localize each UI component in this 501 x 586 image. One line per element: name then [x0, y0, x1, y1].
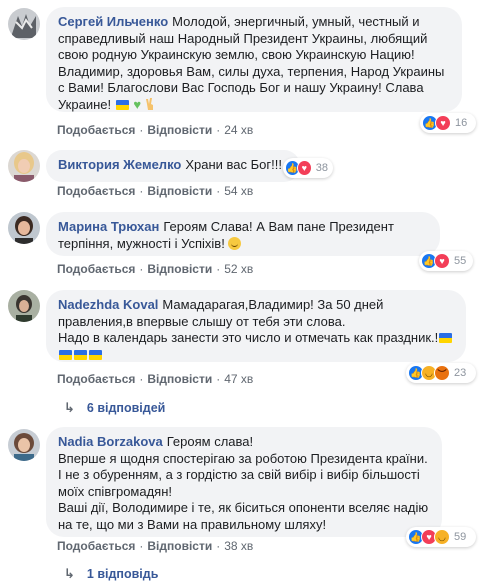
reactions-summary[interactable]: 👍 ◡ ︶ 23 [406, 363, 476, 383]
comment-bubble: Виктория Жемелко Храни вас Бог!!! [46, 150, 300, 182]
comment-author[interactable]: Сергей Ильченко [58, 14, 168, 29]
love-reaction-icon: ♥ [434, 253, 450, 269]
avatar[interactable] [8, 212, 40, 244]
love-reaction-icon: ♥ [435, 115, 451, 131]
comment-actions: Подобається · Відповісти · 24 хв [57, 123, 254, 137]
comment-timestamp[interactable]: 52 хв [224, 262, 253, 276]
angry-reaction-icon: ︶ [434, 365, 450, 381]
comment-timestamp[interactable]: 38 хв [224, 539, 253, 553]
reaction-count: 38 [315, 162, 328, 174]
reply-arrow-icon: ↳ [64, 400, 75, 415]
reply-arrow-icon: ↳ [64, 566, 75, 581]
ukraine-flag-icon [74, 349, 87, 360]
reply-link[interactable]: Відповісти [147, 262, 212, 276]
reactions-summary[interactable]: 👍 ♥ 38 [283, 158, 333, 178]
view-replies-link[interactable]: ↳ 1 відповідь [64, 566, 158, 582]
reaction-count: 59 [454, 531, 467, 543]
comment-author[interactable]: Виктория Жемелко [58, 157, 181, 172]
ukraine-flag-icon [439, 333, 453, 343]
reply-link[interactable]: Відповісти [147, 123, 212, 137]
comment-author[interactable]: Nadia Borzakova [58, 434, 163, 449]
reactions-summary[interactable]: 👍 ♥ 55 [419, 251, 473, 271]
comment-bubble: Марина Трюхан Героям Слава! А Вам пане Пр… [46, 212, 440, 256]
reactions-summary[interactable]: 👍 ♥ ◡ 59 [406, 527, 476, 547]
victory-hand-icon [145, 97, 155, 111]
reaction-count: 23 [454, 367, 467, 379]
ukraine-flag-icon [115, 99, 129, 110]
reactions-summary[interactable]: 👍 ♥ 16 [420, 113, 476, 133]
avatar[interactable] [8, 150, 40, 182]
reply-link[interactable]: Відповісти [147, 372, 212, 386]
reply-link[interactable]: Відповісти [147, 184, 212, 198]
comment-author[interactable]: Марина Трюхан [58, 219, 159, 234]
comment-timestamp[interactable]: 54 хв [224, 184, 253, 198]
green-heart-icon: ♥ [133, 96, 142, 112]
comment-timestamp[interactable]: 47 хв [224, 372, 253, 386]
ukraine-flag-icon [59, 349, 72, 360]
comment-actions: Подобається · Відповісти · 52 хв [57, 262, 254, 276]
like-link[interactable]: Подобається [57, 539, 135, 553]
comment-actions: Подобається · Відповісти · 54 хв [57, 184, 254, 198]
comment-bubble: Nadia Borzakova Героям слава! Вперше я що… [46, 427, 442, 537]
haha-reaction-icon: ◡ [434, 529, 450, 545]
view-replies-link[interactable]: ↳ 6 відповідей [64, 400, 165, 416]
comment-text: Храни вас Бог!!! [185, 157, 282, 172]
avatar[interactable] [8, 8, 40, 40]
comment-bubble: Nadezhda Koval Мамадарагая,Владимир! За 5… [46, 290, 466, 362]
smile-emoji-icon [228, 236, 242, 250]
comment-timestamp[interactable]: 24 хв [224, 123, 253, 137]
love-reaction-icon: ♥ [296, 160, 312, 176]
reaction-count: 55 [454, 255, 467, 267]
comment-actions: Подобається · Відповісти · 47 хв [57, 372, 254, 386]
replies-count: 1 відповідь [86, 567, 159, 581]
like-link[interactable]: Подобається [57, 123, 135, 137]
ukraine-flag-icon [89, 349, 102, 360]
reply-link[interactable]: Відповісти [147, 539, 212, 553]
like-link[interactable]: Подобається [57, 184, 135, 198]
reaction-count: 16 [455, 117, 468, 129]
comment-author[interactable]: Nadezhda Koval [58, 297, 158, 312]
like-link[interactable]: Подобається [57, 262, 135, 276]
avatar[interactable] [8, 429, 40, 461]
like-link[interactable]: Подобається [57, 372, 135, 386]
comment-actions: Подобається · Відповісти · 38 хв [57, 539, 254, 553]
comment-bubble: Сергей Ильченко Молодой, энергичный, умны… [46, 7, 462, 112]
avatar[interactable] [8, 290, 40, 322]
replies-count: 6 відповідей [86, 401, 166, 415]
